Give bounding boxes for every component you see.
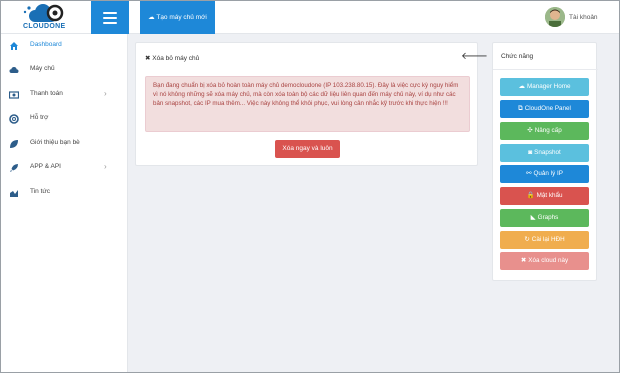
back-arrow-icon[interactable]: 🡐 bbox=[461, 50, 488, 62]
divider bbox=[493, 69, 598, 70]
times-icon: ✖ bbox=[520, 257, 527, 264]
support-icon bbox=[9, 114, 19, 124]
manage-ip-button[interactable]: ⚯ Quản lý IP bbox=[500, 165, 589, 183]
lock-icon: 🔒 bbox=[526, 192, 535, 199]
avatar[interactable] bbox=[545, 7, 565, 27]
sidebar-item-payment[interactable]: Thanh toán › bbox=[1, 83, 128, 107]
sidebar-item-news[interactable]: Tin tức bbox=[1, 181, 128, 205]
reinstall-os-button[interactable]: ↻ Cài lại HĐH bbox=[500, 231, 589, 249]
sidebar-item-support[interactable]: Hỗ trợ bbox=[1, 107, 128, 131]
leaf-icon bbox=[10, 140, 18, 148]
sidebar-item-label: Thanh toán bbox=[30, 90, 63, 97]
times-icon: ✖ bbox=[145, 55, 151, 62]
sidebar-item-label: Máy chủ bbox=[30, 65, 55, 72]
cloud-icon bbox=[9, 67, 19, 73]
sidebar-item-label: Tin tức bbox=[30, 188, 51, 195]
new-server-label: Tạo máy chủ mới bbox=[156, 14, 207, 21]
sidebar-item-servers[interactable]: Máy chủ bbox=[1, 58, 128, 82]
sidebar-item-referral[interactable]: Giới thiệu bạn bè bbox=[1, 132, 128, 156]
sidebar-item-label: Hỗ trợ bbox=[30, 114, 49, 121]
account-link[interactable]: Tài khoản bbox=[569, 14, 598, 21]
menu-toggle-button[interactable] bbox=[91, 1, 129, 34]
sitemap-icon: ⚯ bbox=[526, 170, 532, 177]
graphs-button[interactable]: ◣ Graphs bbox=[500, 209, 589, 227]
rocket-icon bbox=[10, 164, 18, 172]
new-server-button[interactable]: ☁ Tạo máy chủ mới bbox=[140, 1, 215, 34]
snapshot-button[interactable]: ◙ Snapshot bbox=[500, 144, 589, 162]
refresh-icon: ↻ bbox=[524, 236, 530, 243]
manager-home-button[interactable]: ☁ Manager Home bbox=[500, 78, 589, 96]
payment-icon bbox=[9, 91, 19, 99]
button-label: Nâng cấp bbox=[534, 127, 562, 134]
password-button[interactable]: 🔒 Mật khẩu bbox=[500, 187, 589, 205]
button-label: Snapshot bbox=[534, 149, 561, 156]
external-link-icon: ⧉ bbox=[518, 105, 523, 112]
logo-text: CLOUDONE bbox=[23, 23, 66, 30]
sidebar-item-label: Dashboard bbox=[30, 41, 62, 48]
sidebar-item-dashboard[interactable]: Dashboard bbox=[1, 34, 128, 58]
panel-title-text: Xóa bỏ máy chủ bbox=[152, 55, 200, 62]
button-label: Graphs bbox=[537, 214, 559, 221]
move-icon: ✣ bbox=[527, 127, 533, 134]
user-avatar-icon bbox=[545, 7, 565, 27]
cloudone-panel-button[interactable]: ⧉ CloudOne Panel bbox=[500, 100, 589, 118]
camera-icon: ◙ bbox=[528, 149, 533, 156]
cloudone-logo[interactable]: CLOUDONE bbox=[15, 3, 75, 33]
chart-icon bbox=[10, 190, 18, 197]
cloud-icon: ☁ bbox=[518, 83, 526, 90]
button-label: Mật khẩu bbox=[536, 192, 563, 199]
delete-cloud-button[interactable]: ✖ Xóa cloud này bbox=[500, 252, 589, 270]
top-header: CLOUDONE ☁ Tạo máy chủ mới Tài khoản bbox=[1, 1, 619, 34]
sidebar: Dashboard Máy chủ Thanh toán › Hỗ trợ Gi… bbox=[1, 34, 128, 372]
button-label: CloudOne Panel bbox=[524, 105, 571, 112]
home-icon bbox=[10, 42, 18, 50]
delete-now-button[interactable]: Xóa ngay và luôn bbox=[275, 140, 340, 158]
button-label: Xóa cloud này bbox=[528, 257, 569, 264]
button-label: Cài lại HĐH bbox=[531, 236, 565, 243]
chevron-right-icon: › bbox=[104, 162, 107, 171]
delete-server-panel: ✖ Xóa bỏ máy chủ 🡐 Bạn đang chuẩn bị xóa… bbox=[135, 42, 488, 166]
sidebar-item-label: APP & API bbox=[30, 163, 61, 170]
cloud-logo-icon bbox=[23, 4, 64, 22]
chevron-right-icon: › bbox=[104, 89, 107, 98]
upgrade-button[interactable]: ✣ Nâng cấp bbox=[500, 122, 589, 140]
sidebar-item-app-api[interactable]: APP & API › bbox=[1, 156, 128, 180]
button-label: Quản lý IP bbox=[533, 170, 563, 177]
area-chart-icon: ◣ bbox=[530, 214, 536, 221]
functions-title: Chức năng bbox=[501, 53, 534, 60]
functions-panel: Chức năng ☁ Manager Home ⧉ CloudOne Panel … bbox=[492, 42, 598, 281]
danger-alert: Bạn đang chuẩn bị xóa bỏ hoàn toàn máy c… bbox=[145, 76, 470, 132]
cloud-icon: ☁ bbox=[148, 14, 155, 21]
panel-title: ✖ Xóa bỏ máy chủ bbox=[145, 54, 199, 62]
button-label: Manager Home bbox=[527, 83, 571, 90]
sidebar-item-label: Giới thiệu bạn bè bbox=[30, 139, 80, 146]
